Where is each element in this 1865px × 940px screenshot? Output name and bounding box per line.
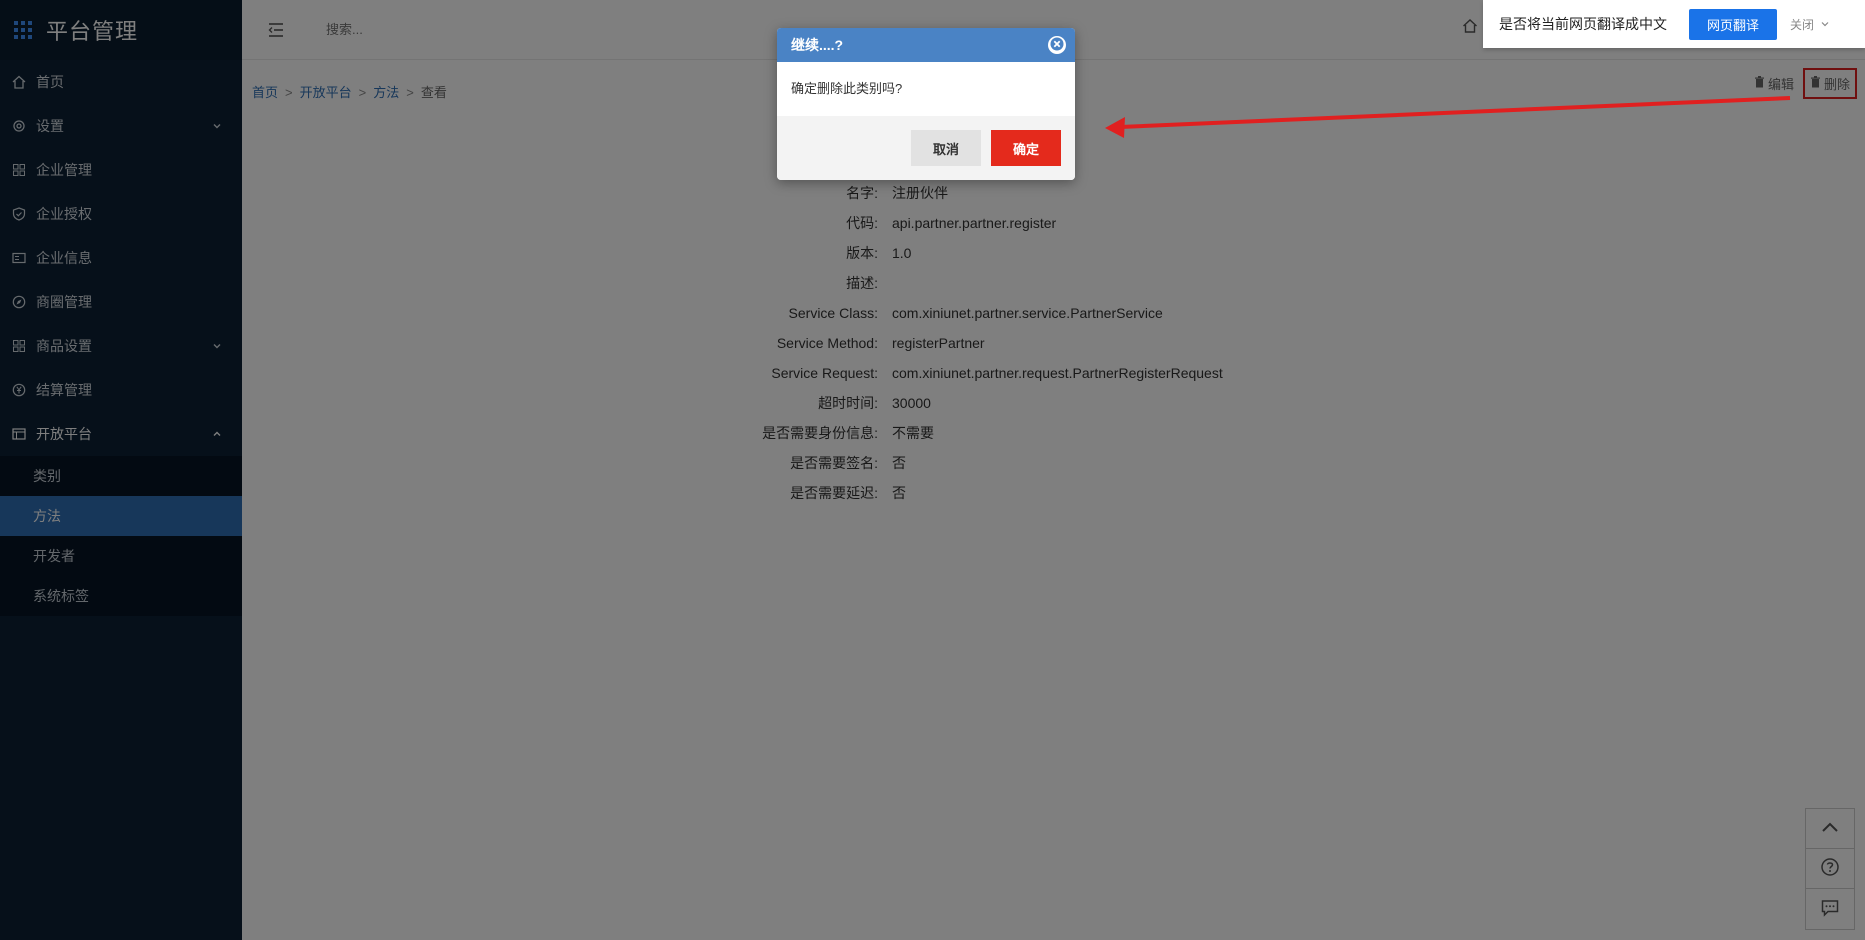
confirm-button[interactable]: 确定 [991, 130, 1061, 166]
translate-prompt: 是否将当前网页翻译成中文 [1499, 16, 1667, 32]
confirm-dialog: 继续....? 确定删除此类别吗? 取消 确定 [777, 28, 1075, 180]
translate-close-button[interactable]: 关闭 [1790, 16, 1814, 33]
dialog-header: 继续....? [777, 28, 1075, 62]
dialog-footer: 取消 确定 [777, 116, 1075, 180]
close-icon [1050, 37, 1064, 54]
chevron-down-icon[interactable] [1820, 16, 1830, 32]
cancel-button[interactable]: 取消 [911, 130, 981, 166]
close-button[interactable] [1048, 36, 1066, 54]
dialog-title: 继续....? [791, 37, 844, 53]
dialog-message: 确定删除此类别吗? [791, 81, 903, 96]
translate-button[interactable]: 网页翻译 [1689, 8, 1778, 40]
translate-bar: 是否将当前网页翻译成中文 网页翻译 关闭 [1483, 0, 1865, 48]
